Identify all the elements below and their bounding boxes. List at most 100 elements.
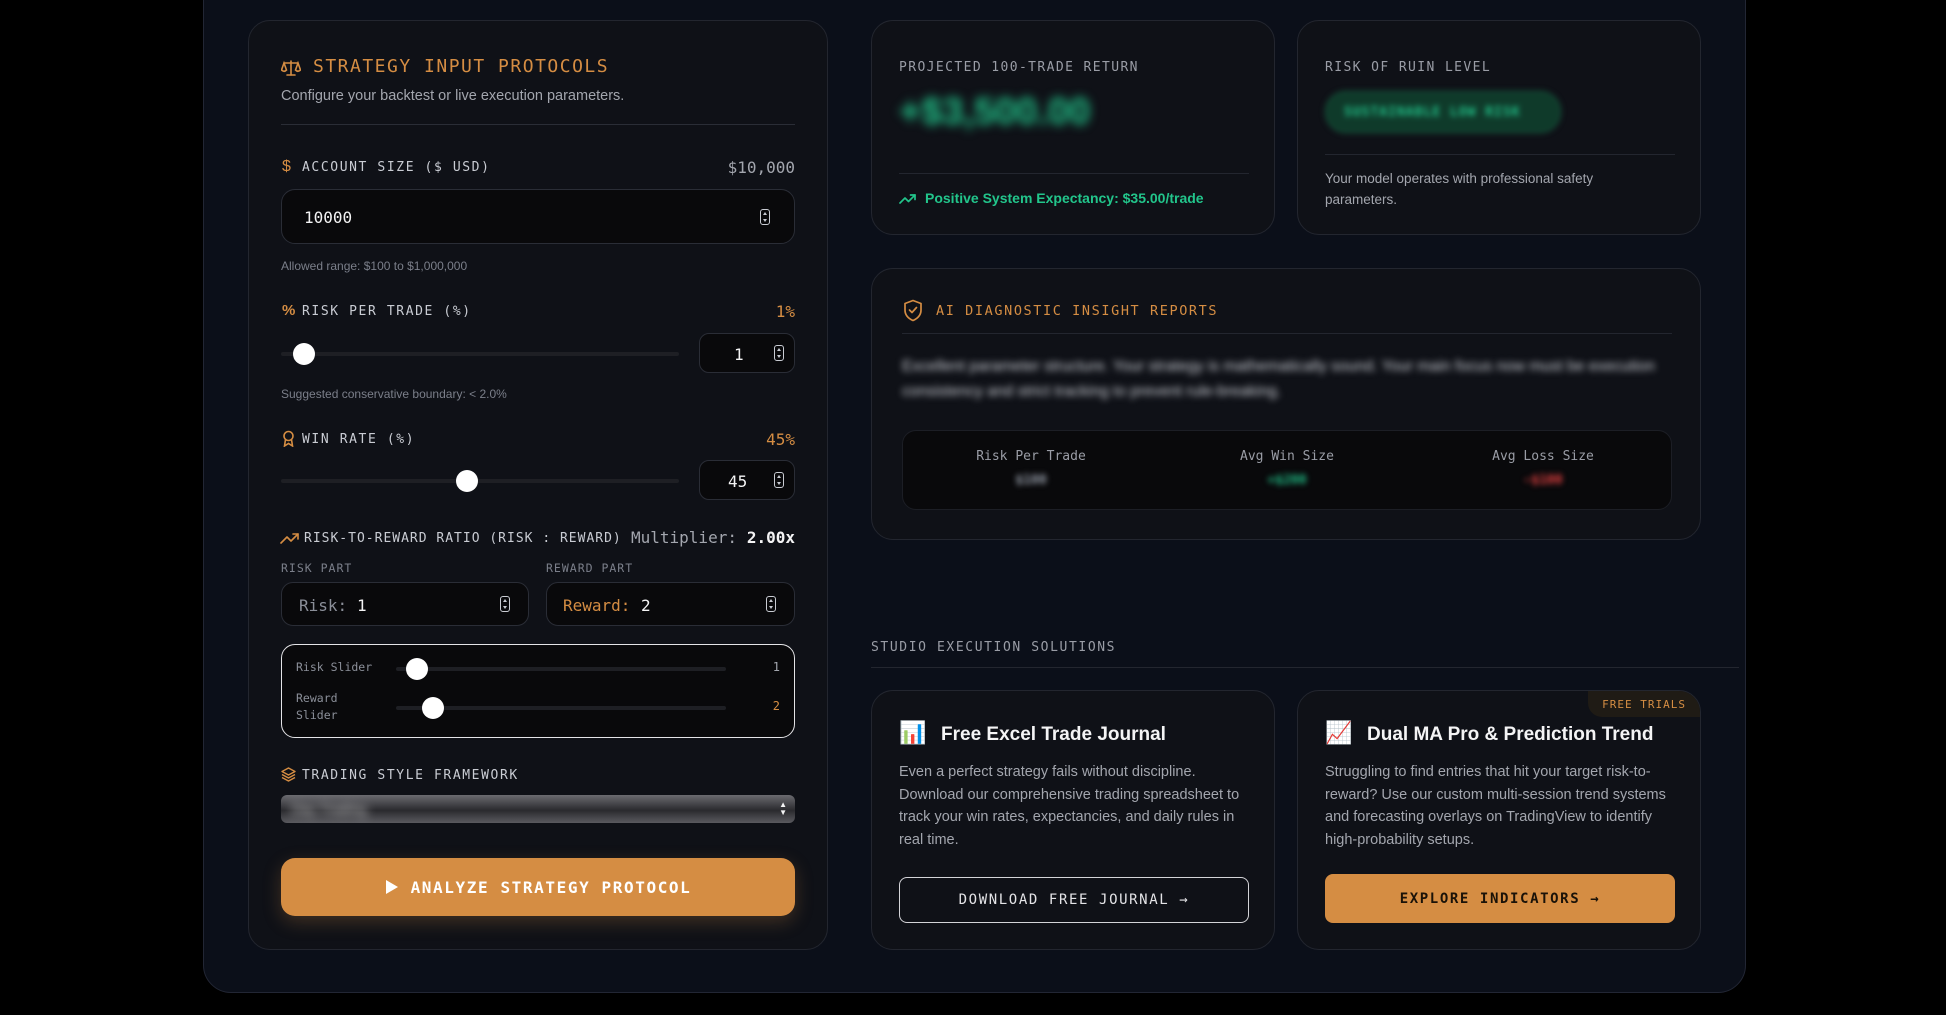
reward-slider-label: Reward Slider bbox=[296, 691, 338, 722]
divider bbox=[902, 333, 1672, 334]
play-icon bbox=[385, 880, 398, 894]
layers-icon bbox=[281, 767, 296, 782]
panel-title: STRATEGY INPUT PROTOCOLS bbox=[313, 56, 610, 77]
reward-part-prefix: Reward: bbox=[563, 596, 631, 615]
ai-diagnostic-card: AI DIAGNOSTIC INSIGHT REPORTS Excellent … bbox=[871, 268, 1701, 540]
risk-part-prefix: Risk: bbox=[299, 596, 348, 615]
risk-per-trade-label: RISK PER TRADE (%) bbox=[302, 304, 472, 319]
account-size-label: ACCOUNT SIZE ($ USD) bbox=[302, 160, 491, 175]
stepper-icon[interactable] bbox=[774, 472, 784, 488]
metric-value: -$100 bbox=[1523, 473, 1563, 488]
metric-label: Avg Loss Size bbox=[1492, 449, 1594, 464]
reward-part-label: REWARD PART bbox=[546, 561, 634, 575]
diagnostic-title: AI DIAGNOSTIC INSIGHT REPORTS bbox=[936, 303, 1219, 319]
risk-slider-value: 1 bbox=[772, 660, 780, 674]
scale-icon bbox=[281, 60, 301, 76]
risk-level-badge: SUSTAINABLE LOW RISK bbox=[1325, 91, 1561, 133]
win-rate-label: WIN RATE (%) bbox=[302, 432, 416, 447]
trending-up-icon bbox=[280, 533, 299, 544]
metric-label: Avg Win Size bbox=[1240, 449, 1334, 464]
projected-return-label: PROJECTED 100-TRADE RETURN bbox=[899, 60, 1139, 75]
excel-journal-card: 📊 Free Excel Trade Journal Even a perfec… bbox=[871, 690, 1275, 950]
trading-style-select[interactable]: Day Trading ▲ ▼ bbox=[281, 795, 795, 823]
trading-style-selected: Day Trading bbox=[291, 801, 367, 817]
risk-part-value: 1 bbox=[357, 596, 367, 615]
award-icon bbox=[283, 430, 294, 447]
panel-subtitle: Configure your backtest or live executio… bbox=[281, 88, 625, 104]
select-arrows-icon: ▲ ▼ bbox=[779, 800, 787, 817]
risk-of-ruin-label: RISK OF RUIN LEVEL bbox=[1325, 60, 1492, 75]
diagnostic-text: Excellent parameter structure. Your stra… bbox=[902, 358, 1655, 400]
expectancy-text: Positive System Expectancy: $35.00/trade bbox=[925, 190, 1204, 206]
metric-avg-win-size: Avg Win Size +$200 bbox=[1159, 431, 1415, 509]
stepper-icon[interactable] bbox=[760, 209, 770, 225]
divider bbox=[1325, 154, 1675, 155]
rr-reward-slider-track[interactable] bbox=[396, 697, 726, 719]
win-rate-slider-track[interactable] bbox=[281, 470, 679, 492]
dual-ma-card: FREE TRIALS 📈 Dual MA Pro & Prediction T… bbox=[1297, 690, 1701, 950]
dollar-icon: $ bbox=[282, 158, 291, 175]
divider bbox=[871, 667, 1739, 668]
download-journal-button[interactable]: DOWNLOAD FREE JOURNAL → bbox=[899, 877, 1249, 923]
rr-reward-slider-thumb[interactable] bbox=[422, 697, 445, 719]
rr-multiplier-value: 2.00x bbox=[746, 528, 795, 547]
percent-icon: % bbox=[282, 302, 296, 319]
risk-slider-thumb[interactable] bbox=[292, 343, 315, 365]
dual-card-body: Struggling to find entries that hit your… bbox=[1325, 764, 1666, 848]
excel-card-body: Even a perfect strategy fails without di… bbox=[899, 764, 1240, 848]
analyze-button-label: ANALYZE STRATEGY PROTOCOL bbox=[410, 877, 692, 897]
solutions-heading: STUDIO EXECUTION SOLUTIONS bbox=[871, 640, 1117, 655]
account-size-input[interactable]: 10000 bbox=[281, 189, 795, 244]
risk-part-input[interactable]: Risk: 1 bbox=[281, 582, 529, 626]
metric-label: Risk Per Trade bbox=[976, 449, 1086, 464]
trend-chart-icon: 📈 bbox=[1325, 720, 1353, 745]
chart-icon: 📊 bbox=[899, 720, 927, 745]
rr-risk-slider-thumb[interactable] bbox=[405, 658, 428, 680]
free-trials-badge: FREE TRIALS bbox=[1588, 691, 1700, 717]
metric-value: +$200 bbox=[1267, 473, 1307, 488]
risk-per-trade-value: 1 bbox=[734, 345, 744, 364]
reward-part-value: 2 bbox=[641, 596, 651, 615]
risk-slider-label: Risk Slider bbox=[296, 660, 373, 674]
metric-value: $100 bbox=[1015, 473, 1047, 488]
win-rate-value: 45 bbox=[728, 472, 748, 491]
metric-avg-loss-size: Avg Loss Size -$100 bbox=[1415, 431, 1671, 509]
excel-card-title: Free Excel Trade Journal bbox=[941, 724, 1166, 745]
diagnostic-metrics: Risk Per Trade $100 Avg Win Size +$200 A… bbox=[902, 430, 1672, 510]
reward-slider-value: 2 bbox=[772, 699, 780, 713]
projected-return-value: +$3,500.00 bbox=[899, 91, 1091, 133]
account-size-hint: Allowed range: $100 to $1,000,000 bbox=[281, 259, 468, 273]
divider bbox=[899, 173, 1249, 174]
rr-risk-slider-track[interactable] bbox=[396, 658, 726, 680]
reward-part-input[interactable]: Reward: 2 bbox=[546, 582, 795, 626]
analyze-strategy-button[interactable]: ANALYZE STRATEGY PROTOCOL bbox=[281, 858, 795, 916]
stepper-icon[interactable] bbox=[500, 596, 510, 612]
win-rate-slider-thumb[interactable] bbox=[456, 470, 479, 492]
shield-check-icon bbox=[904, 299, 922, 322]
rr-label: RISK-TO-REWARD RATIO (RISK : REWARD) bbox=[304, 531, 622, 546]
stepper-icon[interactable] bbox=[774, 345, 784, 361]
trading-style-label: TRADING STYLE FRAMEWORK bbox=[302, 768, 519, 783]
win-rate-display: 45% bbox=[766, 430, 795, 449]
risk-part-label: RISK PART bbox=[281, 561, 353, 575]
strategy-input-panel: STRATEGY INPUT PROTOCOLS Configure your … bbox=[248, 20, 828, 950]
risk-level-text: SUSTAINABLE LOW RISK bbox=[1344, 105, 1521, 120]
metric-risk-per-trade: Risk Per Trade $100 bbox=[903, 431, 1159, 509]
account-size-display: $10,000 bbox=[727, 158, 795, 177]
trending-up-icon bbox=[899, 194, 916, 204]
projected-return-card: PROJECTED 100-TRADE RETURN +$3,500.00 Po… bbox=[871, 20, 1275, 235]
risk-per-trade-input[interactable]: 1 bbox=[699, 333, 795, 373]
divider bbox=[281, 124, 795, 125]
win-rate-input[interactable]: 45 bbox=[699, 460, 795, 500]
rr-multiplier-label: Multiplier: bbox=[631, 528, 737, 547]
risk-per-trade-display: 1% bbox=[775, 302, 795, 321]
risk-hint: Suggested conservative boundary: < 2.0% bbox=[281, 387, 507, 401]
risk-of-ruin-card: RISK OF RUIN LEVEL SUSTAINABLE LOW RISK … bbox=[1297, 20, 1701, 235]
rr-slider-box: Risk Slider 1 Reward Slider 2 bbox=[281, 644, 795, 738]
dual-card-title: Dual MA Pro & Prediction Trend bbox=[1367, 724, 1654, 745]
risk-slider-track[interactable] bbox=[281, 343, 679, 365]
risk-of-ruin-note: Your model operates with professional sa… bbox=[1325, 171, 1594, 207]
explore-indicators-button[interactable]: EXPLORE INDICATORS → bbox=[1325, 874, 1675, 923]
stepper-icon[interactable] bbox=[766, 596, 776, 612]
account-size-value: 10000 bbox=[304, 208, 353, 227]
